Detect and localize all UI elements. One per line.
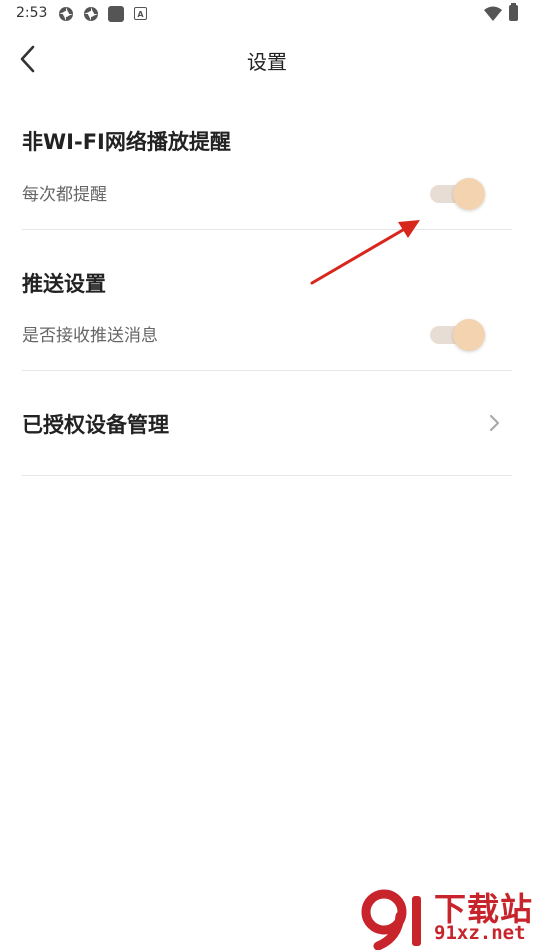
wifi-reminder-toggle[interactable] [428, 177, 488, 211]
push-toggle[interactable] [428, 318, 488, 352]
toggle-knob [453, 178, 485, 210]
watermark-url: 91xz.net [434, 922, 526, 944]
header: 设置 [0, 36, 534, 82]
watermark-logo-icon [361, 889, 421, 950]
divider [22, 475, 512, 476]
wifi-icon [484, 6, 502, 21]
app-icon [84, 7, 98, 21]
status-time: 2:53 [16, 5, 48, 21]
battery-icon [509, 3, 518, 21]
push-subtitle: 是否接收推送消息 [22, 326, 158, 346]
divider [22, 370, 512, 371]
wifi-reminder-section: 非WI-FI网络播放提醒 每次都提醒 [22, 126, 512, 226]
wifi-reminder-subtitle: 每次都提醒 [22, 185, 107, 205]
authorized-devices-title: 已授权设备管理 [22, 413, 169, 437]
chevron-right-icon[interactable] [486, 412, 502, 434]
square-icon [108, 6, 124, 22]
authorized-devices-row[interactable]: 已授权设备管理 [22, 409, 512, 449]
status-bar: 2:53 A [0, 0, 534, 28]
divider [22, 229, 512, 230]
watermark: 下载站 91xz.net [360, 878, 534, 950]
push-title: 推送设置 [22, 272, 106, 296]
toggle-knob [453, 319, 485, 351]
app-icon [59, 7, 73, 21]
page-title: 设置 [247, 50, 287, 74]
a-icon: A [134, 7, 147, 20]
annotation-arrow-icon [310, 220, 420, 285]
wifi-reminder-title: 非WI-FI网络播放提醒 [22, 130, 231, 154]
